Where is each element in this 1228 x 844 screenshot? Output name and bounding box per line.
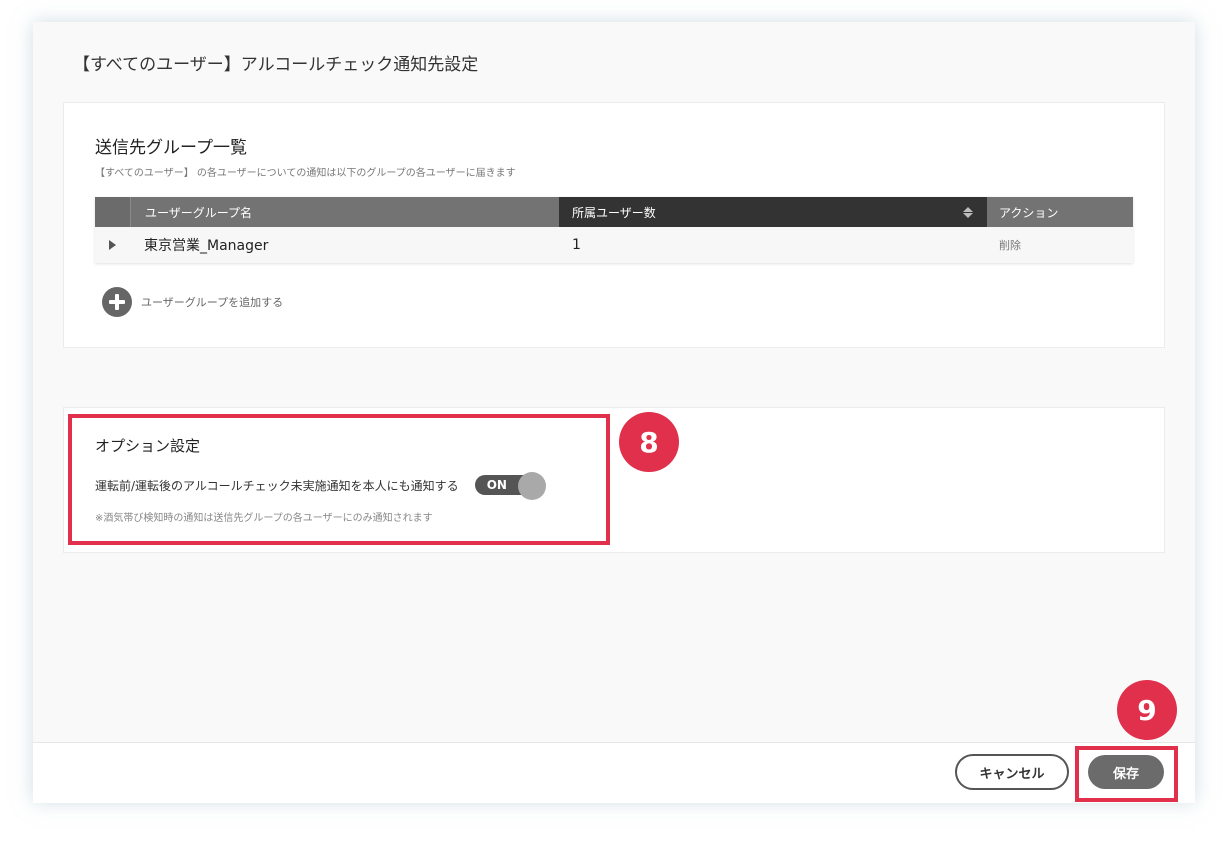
member-count-column-header[interactable]: 所属ユーザー数 bbox=[559, 197, 987, 227]
cancel-button[interactable]: キャンセル bbox=[955, 754, 1069, 790]
option-note: ※酒気帯び検知時の通知は送信先グループの各ユーザーにのみ通知されます bbox=[95, 513, 433, 524]
delete-link[interactable]: 削除 bbox=[987, 227, 1133, 263]
caret-right-icon bbox=[109, 240, 116, 250]
notify-self-toggle[interactable]: ON bbox=[474, 472, 549, 500]
step-badge-9: 9 bbox=[1117, 680, 1177, 740]
group-name-header-label: ユーザーグループ名 bbox=[145, 205, 253, 220]
sort-icon[interactable] bbox=[963, 206, 973, 218]
option-settings-title: オプション設定 bbox=[95, 437, 201, 455]
notification-settings-dialog: 【すべてのユーザー】アルコールチェック通知先設定 送信先グループ一覧 【すべての… bbox=[33, 22, 1195, 803]
table-row: 東京営業_Manager 1 削除 bbox=[95, 227, 1133, 263]
option-settings-card: オプション設定 運転前/運転後のアルコールチェック未実施通知を本人にも通知する … bbox=[63, 407, 1165, 553]
group-name-cell: 東京営業_Manager bbox=[144, 238, 269, 254]
action-header-label: アクション bbox=[999, 205, 1059, 220]
recipient-groups-title: 送信先グループ一覧 bbox=[95, 138, 247, 158]
plus-circle-icon[interactable] bbox=[102, 287, 132, 317]
add-user-group-button[interactable]: ユーザーグループを追加する bbox=[102, 287, 283, 317]
group-name-column-header[interactable]: ユーザーグループ名 bbox=[130, 197, 559, 227]
recipient-groups-card: 送信先グループ一覧 【すべてのユーザー】 の各ユーザーについての通知は以下のグル… bbox=[63, 102, 1165, 348]
toggle-knob[interactable] bbox=[517, 472, 546, 500]
member-count-cell: 1 bbox=[572, 237, 581, 253]
notify-self-row: 運転前/運転後のアルコールチェック未実施通知を本人にも通知する ON bbox=[95, 472, 549, 500]
dialog-footer: キャンセル 保存 bbox=[33, 742, 1195, 803]
notify-self-label: 運転前/運転後のアルコールチェック未実施通知を本人にも通知する bbox=[95, 478, 459, 493]
expand-row-button[interactable] bbox=[95, 227, 130, 263]
table-header: ユーザーグループ名 所属ユーザー数 アクション bbox=[95, 197, 1133, 227]
dialog-title: 【すべてのユーザー】アルコールチェック通知先設定 bbox=[73, 55, 479, 75]
expand-column-header bbox=[95, 197, 130, 227]
recipient-groups-description: 【すべてのユーザー】 の各ユーザーについての通知は以下のグループの各ユーザーに届… bbox=[95, 168, 516, 179]
member-count-header-label: 所属ユーザー数 bbox=[572, 205, 656, 220]
toggle-state-label: ON bbox=[486, 478, 507, 492]
user-group-table: ユーザーグループ名 所属ユーザー数 アクション 東京営業_Manager 1 削… bbox=[95, 197, 1133, 263]
action-column-header: アクション bbox=[987, 197, 1133, 227]
add-user-group-label[interactable]: ユーザーグループを追加する bbox=[141, 294, 283, 310]
step-badge-8: 8 bbox=[619, 412, 679, 472]
save-button[interactable]: 保存 bbox=[1088, 755, 1164, 789]
